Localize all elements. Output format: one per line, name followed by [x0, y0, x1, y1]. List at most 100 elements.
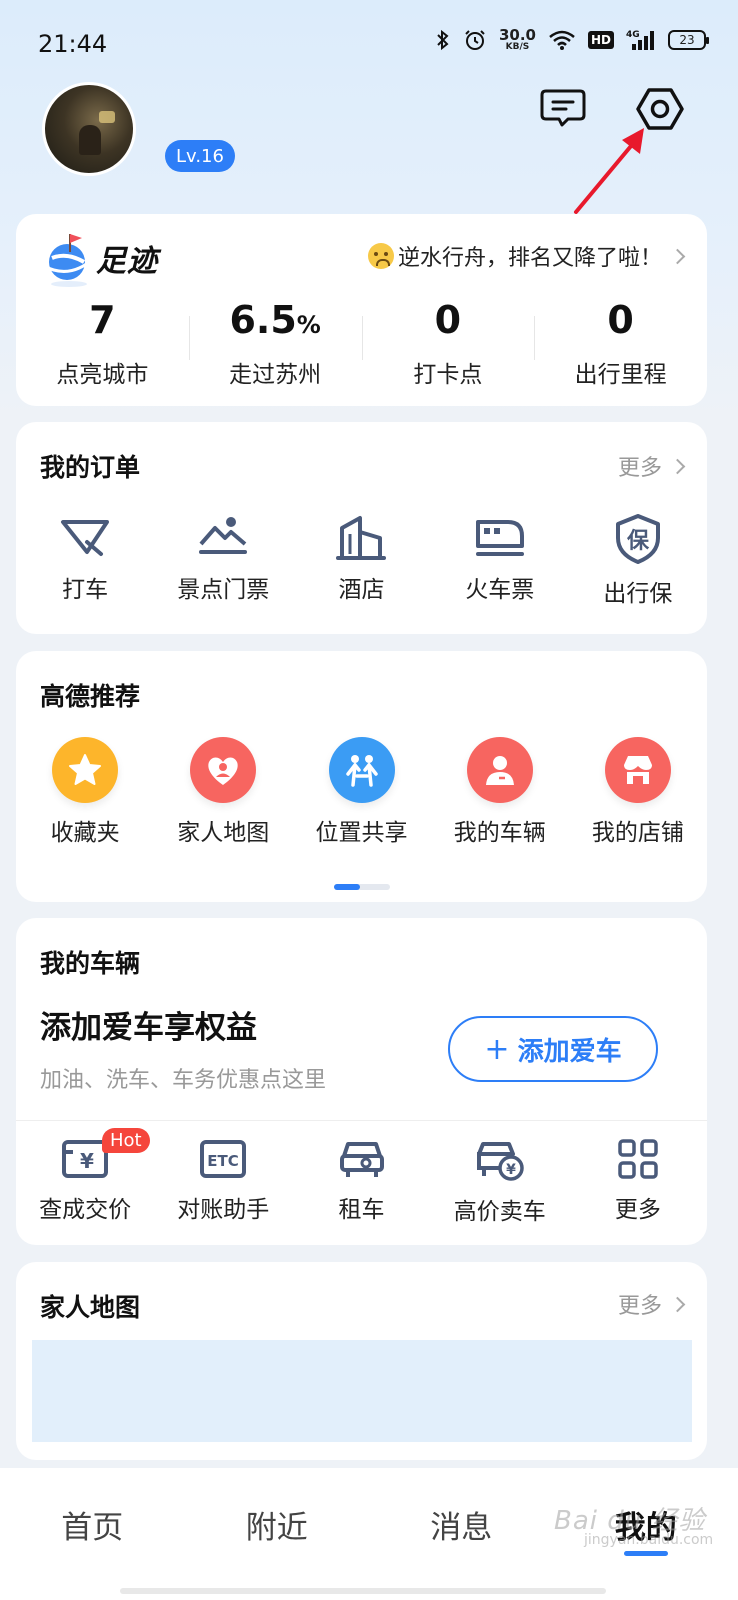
recommend-item-label: 位置共享 — [315, 820, 408, 846]
order-item-label: 出行保 — [603, 581, 673, 607]
recommend-item-my-vehicle[interactable]: 我的车辆 — [431, 737, 569, 847]
carousel-pager-active — [334, 884, 360, 890]
tool-label: 对账助手 — [177, 1197, 270, 1223]
stat-suzhou-coverage[interactable]: 6.5% 走过苏州 — [188, 298, 362, 389]
star-icon — [52, 737, 119, 803]
vehicle-card: 我的车辆 添加爱车享权益 加油、洗车、车务优惠点这里 + 添加爱车 ¥ Hot … — [16, 918, 707, 1245]
tool-more[interactable]: 更多 — [569, 1138, 707, 1226]
annotation-arrow-icon — [574, 128, 644, 214]
footprint-card[interactable]: 足迹 逆水行舟，排名又降了啦！ 7 点亮城市 6.5% 走过苏州 0 打卡点 0… — [16, 214, 707, 406]
nav-label: 首页 — [61, 1510, 124, 1546]
family-map-preview[interactable] — [32, 1340, 692, 1442]
level-badge[interactable]: Lv.16 — [165, 140, 235, 172]
cellular-signal-icon: 4G — [626, 28, 656, 52]
family-map-card: 家人地图 更多 — [16, 1262, 707, 1460]
shop-icon — [604, 737, 671, 803]
stat-value: 0 — [607, 298, 634, 342]
order-item-hotel[interactable]: 酒店 — [292, 514, 430, 608]
order-item-taxi[interactable]: 打车 — [16, 514, 154, 608]
heart-icon — [190, 737, 257, 803]
nav-label: 消息 — [430, 1510, 493, 1546]
tool-car-rental[interactable]: 租车 — [292, 1138, 430, 1226]
taxi-icon — [61, 520, 110, 556]
grid-more-icon — [618, 1139, 658, 1179]
status-icons: 30.0 KB/S HD 4G 23 — [435, 28, 709, 52]
family-map-title: 家人地图 — [40, 1293, 141, 1322]
stat-label: 出行里程 — [574, 362, 667, 388]
network-speed-unit: KB/S — [505, 42, 530, 52]
alarm-icon — [463, 28, 487, 52]
vehicle-promo-title: 添加爱车享权益 — [40, 1010, 257, 1046]
recommend-item-favorites[interactable]: 收藏夹 — [16, 737, 154, 847]
more-label: 更多 — [617, 1294, 662, 1319]
recommend-item-label: 我的车辆 — [453, 820, 546, 846]
home-indicator[interactable] — [120, 1588, 606, 1594]
carousel-pager — [334, 884, 390, 890]
family-map-more-link[interactable]: 更多 — [617, 1288, 686, 1320]
sad-emoji-icon — [367, 243, 394, 269]
stat-label: 走过苏州 — [229, 362, 322, 388]
order-item-insurance[interactable]: 保 出行保 — [569, 514, 707, 608]
stat-label: 点亮城市 — [56, 362, 149, 388]
status-time: 21:44 — [38, 30, 108, 58]
recommend-item-label: 收藏夹 — [50, 820, 120, 846]
recommend-item-location-share[interactable]: 位置共享 — [292, 737, 430, 847]
add-car-button[interactable]: + 添加爱车 — [448, 1016, 658, 1082]
people-icon — [328, 737, 395, 803]
footprint-rank-notice[interactable]: 逆水行舟，排名又降了啦！ — [367, 240, 686, 272]
tool-label: 查成交价 — [39, 1197, 132, 1223]
plus-icon: + — [484, 1031, 510, 1067]
network-type-label: 4G — [626, 30, 640, 40]
orders-row: 打车 景点门票 酒店 火车票 保 出行保 — [16, 514, 707, 608]
footprint-logo-icon — [43, 234, 96, 287]
order-item-train[interactable]: 火车票 — [431, 514, 569, 608]
insurance-glyph: 保 — [626, 529, 650, 554]
vehicle-promo-subtitle: 加油、洗车、车务优惠点这里 — [40, 1068, 327, 1093]
recommend-item-my-shop[interactable]: 我的店铺 — [569, 737, 707, 847]
recommend-title: 高德推荐 — [40, 682, 141, 711]
recommend-row: 收藏夹 家人地图 位置共享 我的车辆 我的店铺 — [16, 737, 707, 847]
price-check-glyph: ¥ — [80, 1149, 94, 1173]
chevron-right-icon — [669, 248, 686, 264]
tool-sell-car[interactable]: ¥ 高价卖车 — [431, 1138, 569, 1226]
add-car-label: 添加爱车 — [517, 1036, 622, 1067]
stat-value: 6.5 — [229, 298, 297, 342]
bluetooth-icon — [435, 28, 451, 52]
stat-mileage[interactable]: 0 出行里程 — [534, 298, 707, 389]
nav-messages[interactable]: 消息 — [369, 1468, 554, 1600]
etc-glyph: ETC — [208, 1152, 240, 1170]
vehicle-tools-row: ¥ Hot 查成交价 ETC 对账助手 租车 ¥ 高价卖车 更多 — [16, 1128, 707, 1226]
stat-checkins[interactable]: 0 打卡点 — [361, 298, 535, 389]
person-icon — [466, 737, 533, 803]
scenic-ticket-icon — [199, 517, 248, 554]
orders-card: 我的订单 更多 打车 景点门票 酒店 火车票 保 出行保 — [16, 422, 707, 634]
vehicle-title: 我的车辆 — [40, 949, 141, 978]
tool-price-check[interactable]: ¥ Hot 查成交价 — [16, 1128, 154, 1226]
sell-glyph: ¥ — [506, 1162, 516, 1178]
footprint-notice-text: 逆水行舟，排名又降了啦！ — [397, 246, 662, 271]
stat-value: 7 — [89, 298, 116, 342]
nav-nearby[interactable]: 附近 — [185, 1468, 370, 1600]
hd-badge: HD — [587, 31, 614, 49]
avatar[interactable] — [42, 82, 136, 176]
car-rental-icon — [339, 1142, 384, 1177]
train-icon — [475, 520, 524, 556]
car-sell-icon: ¥ — [476, 1142, 524, 1181]
footprint-title: 足迹 — [96, 244, 158, 279]
order-item-label: 打车 — [62, 577, 109, 603]
tool-label: 高价卖车 — [453, 1199, 546, 1225]
nav-home[interactable]: 首页 — [0, 1468, 185, 1600]
tool-label: 更多 — [614, 1197, 661, 1223]
orders-more-link[interactable]: 更多 — [618, 450, 686, 482]
network-speed-value: 30.0 — [498, 26, 536, 44]
stat-lit-cities[interactable]: 7 点亮城市 — [16, 298, 189, 389]
network-speed: 30.0 KB/S — [499, 28, 536, 52]
tool-etc-reconcile[interactable]: ETC 对账助手 — [154, 1138, 292, 1226]
order-item-scenic-ticket[interactable]: 景点门票 — [154, 514, 292, 608]
order-item-label: 景点门票 — [177, 577, 270, 603]
recommend-item-family-map[interactable]: 家人地图 — [154, 737, 292, 847]
stat-label: 打卡点 — [413, 362, 483, 388]
order-item-label: 火车票 — [465, 577, 535, 603]
avatar-photo-figure — [79, 125, 101, 155]
hotel-icon — [335, 516, 386, 560]
